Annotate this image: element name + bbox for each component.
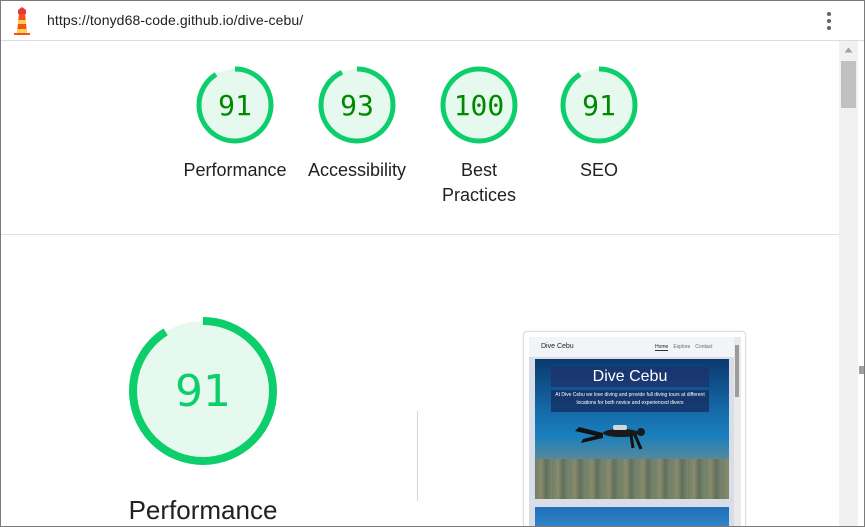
scroll-up-arrow-icon[interactable] <box>839 41 858 58</box>
report-url: https://tonyd68-code.github.io/dive-cebu… <box>47 12 304 28</box>
top-bar: https://tonyd68-code.github.io/dive-cebu… <box>1 1 864 41</box>
screenshot-page: Dive Cebu Home Explore Contact Dive Cebu… <box>529 337 741 526</box>
seo-gauge[interactable]: 91 <box>559 65 639 145</box>
screenshot-nav-explore: Explore <box>673 344 691 350</box>
accessibility-gauge[interactable]: 93 <box>317 65 397 145</box>
performance-gauge[interactable]: 91 <box>195 65 275 145</box>
report-window: https://tonyd68-code.github.io/dive-cebu… <box>0 0 865 527</box>
screenshot-navbar: Dive Cebu Home Explore Contact <box>529 337 734 357</box>
performance-score-large: 91 <box>175 365 231 417</box>
best-practices-score: 100 <box>453 88 505 122</box>
seo-score: 91 <box>582 88 616 122</box>
screenshot-second-image <box>535 507 729 526</box>
screenshot-nav-home: Home <box>655 344 669 351</box>
vertical-separator <box>417 411 418 501</box>
accessibility-label[interactable]: Accessibility <box>292 158 422 183</box>
screenshot-hero-image: Dive Cebu At Dive Cebu we love diving an… <box>535 359 729 499</box>
screenshot-hero-text: At Dive Cebu we love diving and provide … <box>555 392 705 406</box>
screenshot-brand: Dive Cebu <box>541 343 574 350</box>
kebab-menu-icon[interactable] <box>823 10 835 32</box>
accessibility-score: 93 <box>340 88 374 122</box>
lighthouse-icon <box>14 7 30 35</box>
reef-image <box>535 459 729 499</box>
section-divider <box>1 234 839 235</box>
screenshot-hero-title: Dive Cebu <box>592 368 668 385</box>
seo-label[interactable]: SEO <box>534 158 664 183</box>
performance-gauge-large[interactable]: 91 <box>127 315 279 467</box>
screenshot-nav-contact: Contact <box>695 344 713 350</box>
performance-title: Performance <box>128 495 278 525</box>
screenshot-nav-links: Home Explore Contact <box>655 344 713 351</box>
performance-label[interactable]: Performance <box>170 158 300 183</box>
final-screenshot[interactable]: Dive Cebu Home Explore Contact Dive Cebu… <box>523 331 746 526</box>
best-practices-gauge[interactable]: 100 <box>439 65 519 145</box>
performance-score: 91 <box>218 88 252 122</box>
scrollbar-thumb[interactable] <box>841 61 856 108</box>
scrollbar-track[interactable] <box>839 41 858 526</box>
best-practices-label[interactable]: Best Practices <box>439 158 519 208</box>
diver-image <box>575 425 645 450</box>
